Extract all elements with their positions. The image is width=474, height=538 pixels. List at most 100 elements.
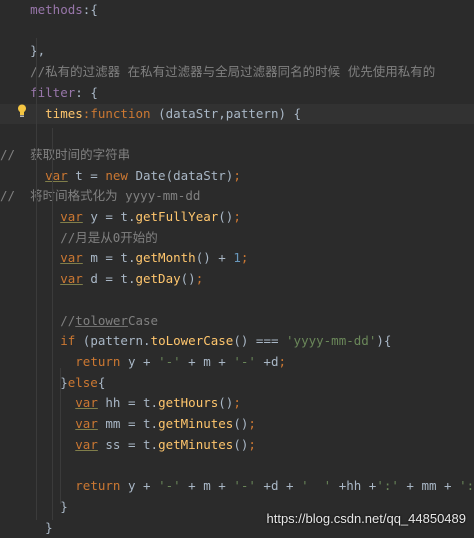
code-token: var — [75, 395, 98, 411]
code-token: +d + — [255, 478, 302, 494]
code-token: () — [233, 416, 249, 431]
code-token: // 获取时间的字符串 — [0, 146, 131, 162]
code-token: +hh + — [331, 478, 377, 494]
code-line[interactable] — [0, 124, 474, 144]
code-token: ; — [248, 436, 256, 452]
code-token: //私有的过滤器 在私有过滤器与全局过滤器同名的时候 优先使用私有的 — [0, 64, 436, 80]
code-token: if — [60, 333, 76, 349]
code-token: var — [60, 209, 83, 224]
code-line[interactable]: var ss = t.getMinutes(); — [0, 435, 474, 455]
code-line[interactable]: }else{ — [0, 373, 474, 393]
code-line[interactable]: //私有的过滤器 在私有过滤器与全局过滤器同名的时候 优先使用私有的 — [0, 62, 474, 82]
code-token: :{ — [82, 2, 98, 17]
code-token: times — [45, 105, 83, 121]
code-token: 1 — [233, 250, 241, 266]
watermark-text: https://blog.csdn.net/qq_44850489 — [266, 511, 467, 526]
code-token: return — [75, 478, 121, 494]
code-line[interactable]: var t = new Date(dataStr); — [0, 166, 474, 186]
code-token: var — [60, 271, 83, 287]
code-token: toLowerCase — [150, 333, 234, 349]
code-token: }, — [0, 43, 46, 59]
code-token: () + — [195, 250, 234, 266]
code-token: ){ — [376, 333, 392, 349]
code-token: () === — [233, 333, 287, 349]
code-line[interactable]: methods:{ — [0, 0, 474, 20]
code-line[interactable]: // 获取时间的字符串 — [0, 145, 474, 165]
code-line[interactable]: return y + '-' + m + '-' +d; — [0, 352, 474, 372]
code-token: Case — [127, 312, 159, 328]
code-line[interactable]: var m = t.getMonth() + 1; — [0, 248, 474, 268]
code-token: + m + — [180, 478, 234, 494]
code-line[interactable]: //tolowerCase — [0, 311, 474, 331]
code-token: // 将时间格式化为 yyyy-mm-dd — [0, 188, 201, 204]
code-line[interactable]: // 将时间格式化为 yyyy-mm-dd — [0, 186, 474, 206]
code-token: + m + — [180, 353, 234, 369]
code-token: function — [90, 105, 151, 121]
code-token: } — [0, 374, 68, 390]
code-token: ss = t. — [97, 436, 159, 452]
code-token: hh = t. — [97, 395, 159, 411]
code-token: getMinutes — [158, 416, 234, 431]
code-token: ; — [278, 353, 287, 369]
code-token: return — [75, 353, 121, 369]
code-token: else — [67, 374, 98, 390]
code-token: ; — [233, 167, 241, 183]
code-line[interactable]: var mm = t.getMinutes(); — [0, 414, 474, 434]
code-token: () — [233, 436, 249, 452]
indent-guide — [36, 38, 37, 520]
indent-guide — [52, 128, 53, 520]
code-line[interactable]: times:function (dataStr,pattern) { — [0, 103, 474, 124]
code-token: getFullYear — [135, 209, 219, 224]
code-token: y + — [120, 353, 159, 369]
code-line[interactable]: filter: { — [0, 83, 474, 103]
code-token: y + — [120, 478, 159, 494]
code-token: ; — [233, 209, 241, 224]
code-token: (dataStr,pattern) { — [150, 105, 302, 121]
code-token: ; — [233, 395, 241, 411]
code-token: // — [0, 312, 76, 328]
code-token: var — [75, 416, 98, 431]
indent-guide — [60, 392, 61, 504]
code-token: () — [180, 271, 196, 287]
code-line[interactable]: return y + '-' + m + '-' +d + ' ' +hh +'… — [0, 476, 474, 496]
code-token: d = t. — [82, 271, 136, 287]
lightbulb-icon[interactable] — [17, 104, 27, 118]
code-token: ':' — [376, 478, 399, 494]
code-token: + mm + — [398, 478, 460, 494]
code-token: { — [97, 374, 106, 390]
code-token: ; — [248, 416, 256, 431]
code-token: getMonth — [135, 250, 196, 266]
code-token: y = t. — [82, 209, 136, 224]
code-token: var — [45, 167, 68, 183]
code-token: ; — [240, 250, 249, 266]
code-line[interactable]: }, — [0, 41, 474, 61]
code-line[interactable]: var hh = t.getHours(); — [0, 393, 474, 413]
code-line[interactable]: //月是从0开始的 — [0, 228, 474, 248]
code-line[interactable] — [0, 455, 474, 475]
code-line[interactable]: var d = t.getDay(); — [0, 269, 474, 289]
code-token: ' ' — [301, 478, 332, 494]
code-token: m = t. — [82, 250, 136, 266]
code-line[interactable] — [0, 21, 474, 41]
code-line[interactable] — [0, 290, 474, 310]
code-token: : { — [75, 84, 98, 100]
code-token: new — [105, 167, 128, 183]
code-token: ; — [195, 271, 204, 287]
code-token: Date(dataStr) — [127, 167, 234, 183]
code-token: 'yyyy-mm-dd' — [286, 333, 377, 349]
code-token: '-' — [158, 353, 181, 369]
code-token: (pattern. — [75, 333, 151, 349]
code-token: +d — [255, 353, 279, 369]
code-editor[interactable]: methods:{ }, //私有的过滤器 在私有过滤器与全局过滤器同名的时候 … — [0, 0, 474, 535]
code-token: ':' — [459, 478, 474, 494]
code-line[interactable]: var y = t.getFullYear(); — [0, 207, 474, 227]
code-token: '-' — [233, 353, 256, 369]
code-line[interactable]: if (pattern.toLowerCase() === 'yyyy-mm-d… — [0, 331, 474, 351]
